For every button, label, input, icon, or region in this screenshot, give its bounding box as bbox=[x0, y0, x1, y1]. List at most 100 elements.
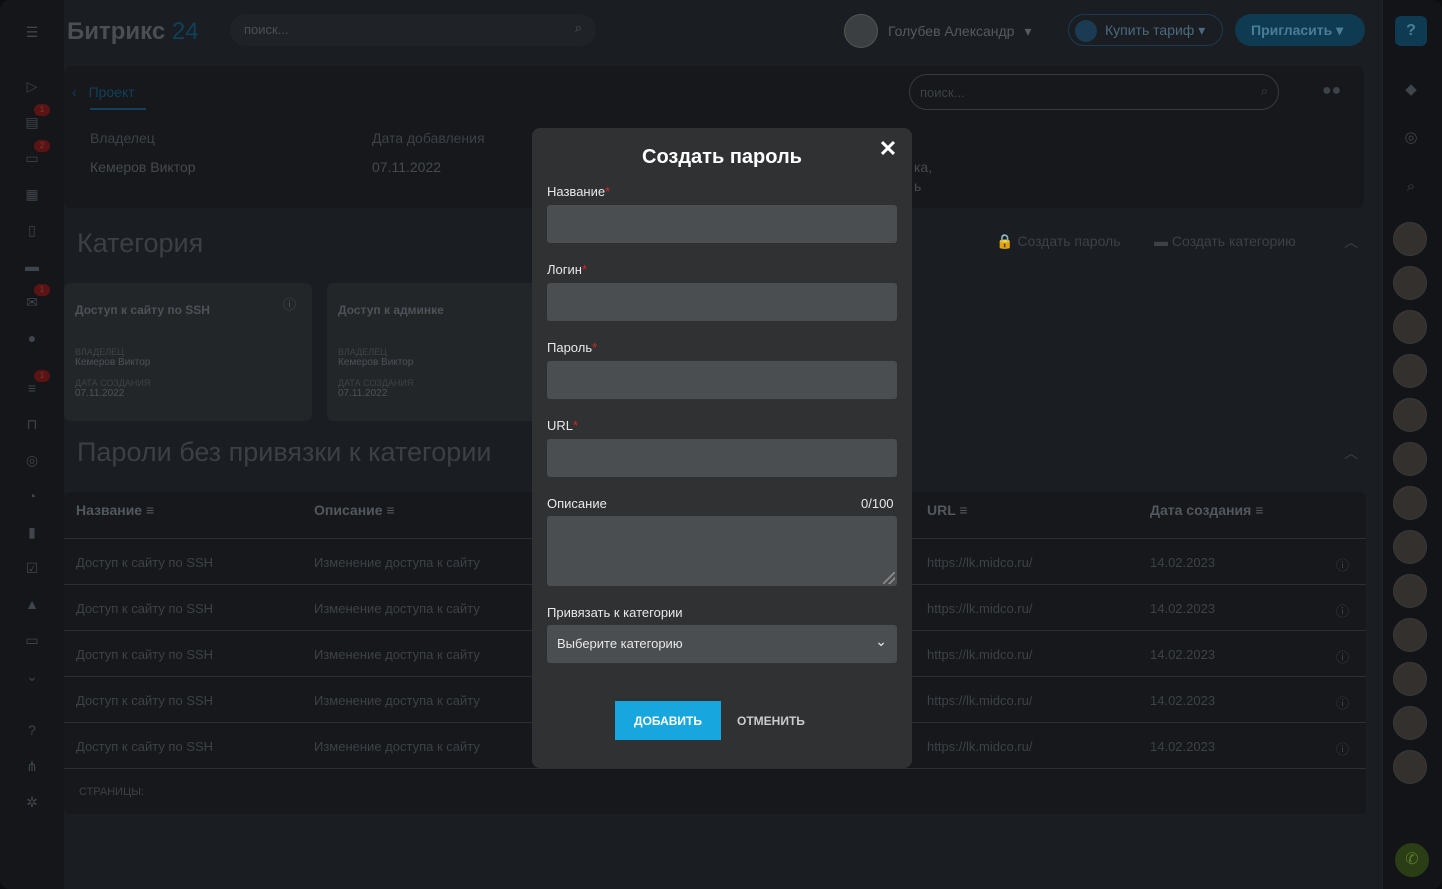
dialog-title: Создать пароль bbox=[642, 146, 802, 168]
counter-badge: 1 bbox=[34, 104, 50, 116]
avatar[interactable] bbox=[1393, 706, 1427, 740]
invite-button[interactable]: Пригласить ▾ bbox=[1235, 14, 1365, 46]
category-title: Категория bbox=[77, 228, 204, 258]
avatar[interactable] bbox=[1393, 486, 1427, 520]
column-header-url[interactable]: URL ≡ bbox=[927, 502, 968, 518]
category-label: Привязать к категории bbox=[547, 605, 683, 620]
description-counter: 0/100 bbox=[861, 496, 894, 511]
analytics-icon[interactable]: ▮ bbox=[22, 522, 42, 542]
help-icon[interactable]: ? bbox=[22, 720, 42, 740]
avatar[interactable] bbox=[1393, 574, 1427, 608]
menu-icon[interactable]: ☰ bbox=[22, 22, 42, 42]
category-select[interactable]: Выберите категорию ⌄ bbox=[547, 625, 897, 663]
url-label: URL* bbox=[547, 418, 579, 433]
close-icon[interactable]: ✕ bbox=[877, 138, 899, 160]
avatar[interactable] bbox=[1393, 398, 1427, 432]
column-header-description[interactable]: Описание ≡ bbox=[314, 502, 395, 518]
uncategorized-title: Пароли без привязки к категории bbox=[77, 437, 492, 467]
category-card[interactable]: Доступ к сайту по SSH ⓘ ВЛАДЕЛЕЦ Кемеров… bbox=[64, 283, 312, 421]
top-bar: Битрикс 24 поиск... ⌕ Голубев Александр ▾ … bbox=[64, 0, 1382, 64]
avatar[interactable] bbox=[1393, 750, 1427, 784]
create-password-button[interactable]: 🔒 Создать пароль bbox=[996, 233, 1121, 250]
info-icon[interactable]: ⓘ bbox=[1336, 601, 1349, 620]
breadcrumb[interactable]: ‹ Проект bbox=[72, 84, 146, 110]
left-sidebar: ☰ ▷ ▤ 1 ▭ 2 ▦ ▯ ▬ ✉ 1 ● ≡ 1 ⊓ ◎ ◔ ▮ ☑ ▲ … bbox=[0, 0, 64, 889]
collapse-icon[interactable]: ︿ bbox=[1344, 232, 1358, 252]
avatar[interactable] bbox=[1393, 662, 1427, 696]
avatar[interactable] bbox=[1393, 530, 1427, 564]
calendar-icon[interactable]: ▦ bbox=[22, 184, 42, 204]
description-field[interactable] bbox=[547, 516, 897, 586]
info-icon[interactable]: ⓘ bbox=[1336, 693, 1349, 712]
collapse-icon[interactable]: ︿ bbox=[1344, 443, 1358, 463]
owner-value: Кемеров Виктор bbox=[90, 159, 196, 175]
date-label: Дата добавления bbox=[372, 130, 485, 146]
drive-icon[interactable]: ▬ bbox=[22, 256, 42, 276]
info-icon[interactable]: ⓘ bbox=[1336, 739, 1349, 758]
chat-icon[interactable]: ◎ bbox=[1401, 128, 1421, 148]
info-icon[interactable]: ⓘ bbox=[1336, 555, 1349, 574]
column-header-name[interactable]: Название ≡ bbox=[76, 502, 154, 518]
counter-badge: 1 bbox=[34, 370, 50, 382]
groups-icon[interactable]: ● bbox=[22, 328, 42, 348]
project-search-input[interactable]: поиск... ⌕ bbox=[909, 74, 1279, 110]
chevron-down-icon: ⌄ bbox=[875, 633, 887, 649]
avatar[interactable] bbox=[1393, 222, 1427, 256]
phone-icon[interactable]: ✆ bbox=[1395, 843, 1429, 877]
owner-label: Владелец bbox=[90, 130, 155, 146]
info-icon[interactable]: ⓘ bbox=[1336, 647, 1349, 666]
avatar[interactable] bbox=[1393, 442, 1427, 476]
app-window: ☰ ▷ ▤ 1 ▭ 2 ▦ ▯ ▬ ✉ 1 ● ≡ 1 ⊓ ◎ ◔ ▮ ☑ ▲ … bbox=[0, 0, 1442, 889]
shop-icon[interactable]: ⊓ bbox=[22, 414, 42, 434]
bell-icon[interactable]: ◆ bbox=[1401, 80, 1421, 100]
column-header-date[interactable]: Дата создания ≡ bbox=[1150, 502, 1263, 518]
avatar[interactable] bbox=[1393, 354, 1427, 388]
more-icon[interactable]: ⌄ bbox=[22, 666, 42, 686]
feed-icon[interactable]: ▷ bbox=[22, 76, 42, 96]
avatar bbox=[844, 14, 878, 48]
description-label: Описание bbox=[547, 496, 607, 511]
add-button[interactable]: ДОБАВИТЬ bbox=[615, 701, 721, 740]
company-icon[interactable]: ▲ bbox=[22, 594, 42, 614]
time-icon[interactable]: ◔ bbox=[22, 486, 42, 506]
create-password-dialog: Создать пароль ✕ Название* Логин* Пароль… bbox=[532, 128, 912, 768]
right-sidebar: ? ◆ ◎ ⌕ ✆ bbox=[1382, 0, 1442, 889]
user-menu[interactable]: Голубев Александр ▾ bbox=[844, 14, 1032, 48]
avatar[interactable] bbox=[1393, 310, 1427, 344]
url-field[interactable] bbox=[547, 439, 897, 477]
search-icon: ⌕ bbox=[1260, 83, 1268, 98]
name-field[interactable] bbox=[547, 205, 897, 243]
name-label: Название* bbox=[547, 184, 611, 199]
rocket-icon bbox=[1075, 20, 1097, 42]
password-field[interactable] bbox=[547, 361, 897, 399]
settings-icon[interactable]: ✲ bbox=[22, 792, 42, 812]
help-button[interactable]: ? bbox=[1395, 16, 1427, 46]
resize-handle-icon[interactable] bbox=[883, 572, 895, 584]
avatar[interactable] bbox=[1393, 266, 1427, 300]
users-icon[interactable]: ●● bbox=[1322, 82, 1341, 100]
search-icon[interactable]: ⌕ bbox=[1401, 178, 1421, 198]
global-search-input[interactable]: поиск... ⌕ bbox=[230, 14, 596, 46]
side-text: ь bbox=[914, 178, 922, 194]
side-text: ка, bbox=[914, 159, 933, 175]
checkbox-icon[interactable]: ☑ bbox=[22, 558, 42, 578]
folder-icon: ▬ bbox=[1154, 233, 1168, 249]
login-label: Логин* bbox=[547, 262, 588, 277]
document-icon[interactable]: ▯ bbox=[22, 220, 42, 240]
cancel-button[interactable]: ОТМЕНИТЬ bbox=[737, 714, 805, 728]
chevron-down-icon: ▾ bbox=[1024, 22, 1032, 39]
login-field[interactable] bbox=[547, 283, 897, 321]
info-icon[interactable]: ⓘ bbox=[283, 294, 296, 313]
table-divider bbox=[64, 768, 1366, 769]
avatar[interactable] bbox=[1393, 618, 1427, 652]
structure-icon[interactable]: ⋔ bbox=[22, 756, 42, 776]
date-value: 07.11.2022 bbox=[372, 159, 442, 175]
buy-tariff-button[interactable]: Купить тариф ▾ bbox=[1068, 14, 1223, 46]
target-icon[interactable]: ◎ bbox=[22, 450, 42, 470]
create-category-button[interactable]: ▬ Создать категорию bbox=[1154, 233, 1296, 249]
window-icon[interactable]: ▭ bbox=[22, 630, 42, 650]
logo[interactable]: Битрикс 24 bbox=[67, 18, 199, 46]
pagination: СТРАНИЦЫ: bbox=[79, 786, 145, 798]
counter-badge: 1 bbox=[34, 284, 50, 296]
search-icon: ⌕ bbox=[574, 20, 582, 35]
